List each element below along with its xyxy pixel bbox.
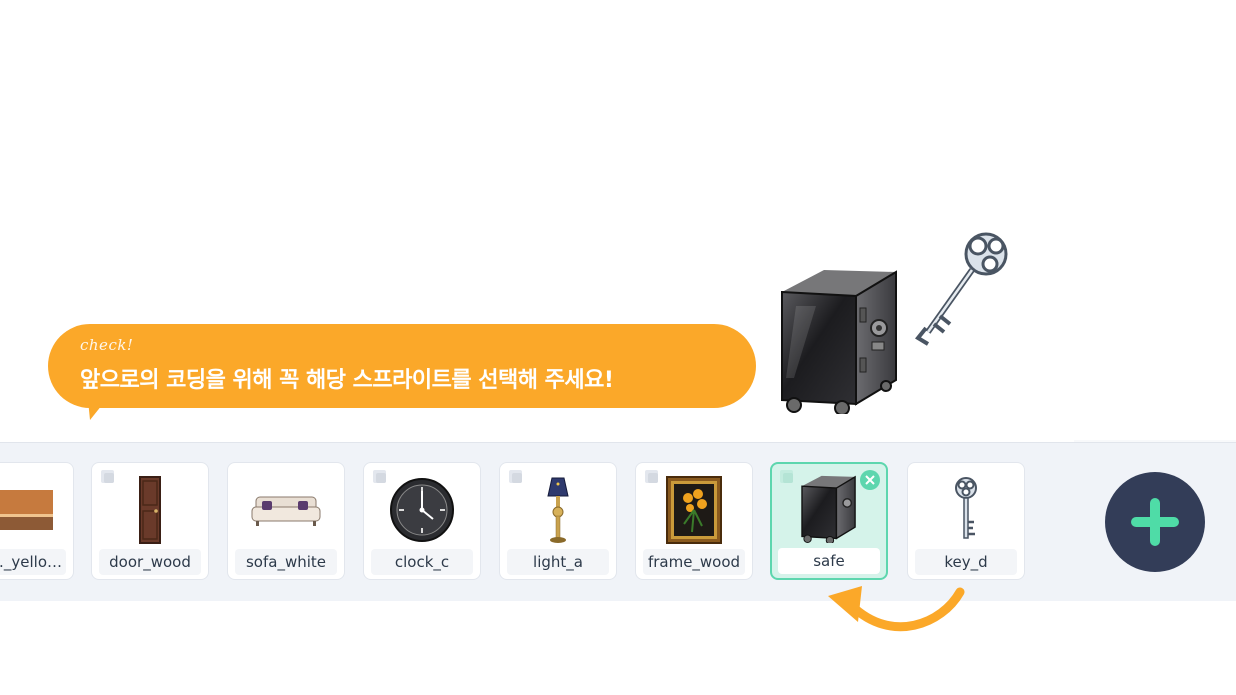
sprite-card-label: frame_wood	[643, 549, 745, 575]
tray-divider	[1074, 440, 1236, 442]
plus-icon	[1131, 498, 1179, 546]
curved-arrow-icon	[828, 586, 965, 632]
sprite-card-door-wood[interactable]: door_wood	[91, 462, 209, 580]
sprite-card-light-a[interactable]: light_a	[499, 462, 617, 580]
stage-safe-sprite[interactable]	[776, 268, 904, 414]
add-sprite-button[interactable]	[1105, 472, 1205, 572]
picture-frame-icon	[636, 473, 752, 547]
sprite-card-room-yellow[interactable]: …_yello…	[0, 462, 74, 580]
door-icon	[92, 473, 208, 547]
sprite-card-key-d[interactable]: key_d	[907, 462, 1025, 580]
clock-icon	[364, 473, 480, 547]
sprite-card-label: sofa_white	[235, 549, 337, 575]
tooltip-tail	[88, 400, 106, 420]
key-icon	[908, 473, 1024, 547]
sprite-card-label: …_yello…	[0, 549, 66, 575]
tooltip-message: 앞으로의 코딩을 위해 꼭 해당 스프라이트를 선택해 주세요!	[80, 368, 614, 393]
sprite-card-sofa-white[interactable]: sofa_white	[227, 462, 345, 580]
sprite-card-label: safe	[778, 548, 880, 574]
sprite-card-label: door_wood	[99, 549, 201, 575]
stage-key-sprite[interactable]	[910, 224, 1020, 348]
sprite-card-label: light_a	[507, 549, 609, 575]
sprite-card-clock-c[interactable]: clock_c	[363, 462, 481, 580]
tooltip-check-label: check!	[80, 336, 134, 354]
sprite-card-safe[interactable]: safe	[770, 462, 888, 580]
room-yellow-icon	[0, 473, 73, 547]
safe-icon	[772, 472, 886, 546]
lamp-icon	[500, 473, 616, 547]
sprite-card-label: key_d	[915, 549, 1017, 575]
sprite-card-frame-wood[interactable]: frame_wood	[635, 462, 753, 580]
sofa-icon	[228, 473, 344, 547]
sprite-card-label: clock_c	[371, 549, 473, 575]
